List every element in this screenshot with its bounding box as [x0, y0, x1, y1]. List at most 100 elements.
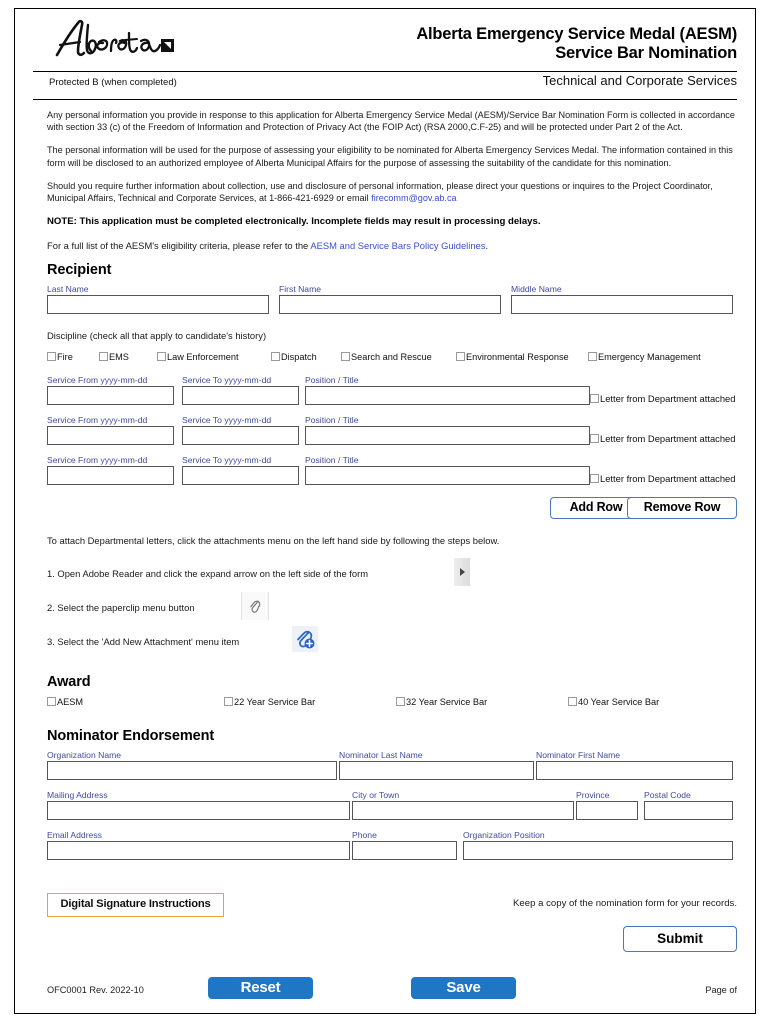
attachment-instructions-intro: To attach Departmental letters, click th… — [47, 535, 500, 547]
position-title-label: Position / Title — [305, 455, 359, 466]
checkbox-icon[interactable] — [590, 434, 599, 444]
position-title-input[interactable] — [305, 386, 590, 406]
email-address-input[interactable] — [47, 841, 350, 861]
letter-attached-label: Letter from Department attached — [600, 433, 736, 445]
checkbox-icon[interactable] — [224, 697, 233, 707]
mailing-address-input[interactable] — [47, 801, 350, 821]
discipline-checkbox-dispatch[interactable]: Dispatch — [271, 351, 317, 363]
service-to-input[interactable] — [182, 386, 299, 406]
nominator-row-1: Organization Name Nominator Last Name No… — [47, 750, 737, 790]
page-number: Page of — [705, 985, 737, 995]
last-name-input[interactable] — [47, 295, 269, 315]
award-checkbox-aesm[interactable]: AESM — [47, 696, 83, 708]
checkbox-icon[interactable] — [588, 352, 597, 362]
save-button[interactable]: Save — [411, 977, 516, 999]
letter-attached-checkbox[interactable]: Letter from Department attached — [590, 393, 735, 404]
postal-code-input[interactable] — [644, 801, 733, 821]
digital-signature-instructions-button[interactable]: Digital Signature Instructions — [47, 893, 224, 917]
form-page: Alberta Emergency Service Medal (AESM) S… — [14, 8, 756, 1014]
organization-name-input[interactable] — [47, 761, 337, 781]
service-from-label: Service From yyyy-mm-dd — [47, 455, 148, 466]
letter-attached-label: Letter from Department attached — [600, 393, 736, 405]
service-from-input[interactable] — [47, 426, 174, 446]
letter-attached-checkbox[interactable]: Letter from Department attached — [590, 473, 735, 484]
position-title-label: Position / Title — [305, 415, 359, 426]
expand-arrow-icon — [454, 558, 470, 587]
service-to-input[interactable] — [182, 426, 299, 446]
discipline-label: Search and Rescue — [351, 352, 432, 363]
discipline-checkbox-ems[interactable]: EMS — [99, 351, 129, 363]
checkbox-icon[interactable] — [99, 352, 108, 362]
remove-row-button[interactable]: Remove Row — [627, 497, 737, 520]
middle-name-group: Middle Name — [511, 284, 733, 315]
recipient-name-row: Last Name First Name Middle Name — [47, 284, 737, 318]
nominator-last-name-group: Nominator Last Name — [339, 750, 534, 781]
sub-header-divider — [33, 99, 737, 100]
discipline-instruction: Discipline (check all that apply to cand… — [47, 330, 267, 342]
discipline-label: Fire — [57, 352, 73, 363]
checkbox-icon[interactable] — [568, 697, 577, 707]
service-to-group: Service To yyyy-mm-dd — [182, 415, 299, 446]
award-checkbox-22-year[interactable]: 22 Year Service Bar — [224, 696, 315, 708]
recipient-heading: Recipient — [47, 262, 112, 279]
checkbox-icon[interactable] — [590, 394, 599, 404]
position-title-input[interactable] — [305, 426, 590, 446]
submit-button[interactable]: Submit — [623, 926, 737, 952]
service-from-label: Service From yyyy-mm-dd — [47, 415, 148, 426]
criteria-prefix: For a full list of the AESM's eligibilit… — [47, 240, 311, 252]
province-group: Province — [576, 790, 638, 821]
add-attachment-icon — [292, 626, 318, 653]
policy-guidelines-link[interactable]: AESM and Service Bars Policy Guidelines — [310, 240, 485, 251]
checkbox-icon[interactable] — [157, 352, 166, 362]
nominator-first-name-label: Nominator First Name — [536, 750, 621, 761]
checkbox-icon[interactable] — [456, 352, 465, 362]
phone-input[interactable] — [352, 841, 457, 861]
province-label: Province — [576, 790, 610, 801]
discipline-label: Environmental Response — [466, 352, 569, 363]
discipline-checkbox-emergency-management[interactable]: Emergency Management — [588, 351, 701, 363]
discipline-checkbox-environmental-response[interactable]: Environmental Response — [456, 351, 569, 363]
city-or-town-label: City or Town — [352, 790, 400, 801]
nominator-first-name-input[interactable] — [536, 761, 733, 781]
organization-position-input[interactable] — [463, 841, 733, 861]
award-checkbox-32-year[interactable]: 32 Year Service Bar — [396, 696, 487, 708]
nominator-row-2: Mailing Address City or Town Province Po… — [47, 790, 737, 830]
service-to-group: Service To yyyy-mm-dd — [182, 455, 299, 486]
service-from-group: Service From yyyy-mm-dd — [47, 375, 174, 406]
attachment-step-3-text: 3. Select the 'Add New Attachment' menu … — [47, 636, 240, 648]
checkbox-icon[interactable] — [341, 352, 350, 362]
service-to-input[interactable] — [182, 466, 299, 486]
form-header: Alberta Emergency Service Medal (AESM) S… — [15, 9, 755, 71]
first-name-input[interactable] — [279, 295, 501, 315]
service-to-label: Service To yyyy-mm-dd — [182, 455, 272, 466]
award-checkbox-40-year[interactable]: 40 Year Service Bar — [568, 696, 659, 708]
checkbox-icon[interactable] — [271, 352, 280, 362]
nominator-last-name-input[interactable] — [339, 761, 534, 781]
organization-name-group: Organization Name — [47, 750, 337, 781]
nominator-last-name-label: Nominator Last Name — [339, 750, 423, 761]
checkbox-icon[interactable] — [590, 474, 599, 484]
province-input[interactable] — [576, 801, 638, 821]
nominator-endorsement-heading: Nominator Endorsement — [47, 728, 215, 745]
firecomm-email-link[interactable]: firecomm@gov.ab.ca — [371, 193, 456, 203]
reset-button[interactable]: Reset — [208, 977, 313, 999]
discipline-label: Dispatch — [281, 352, 317, 363]
service-from-label: Service From yyyy-mm-dd — [47, 375, 148, 386]
letter-attached-checkbox[interactable]: Letter from Department attached — [590, 433, 735, 444]
position-title-input[interactable] — [305, 466, 590, 486]
award-label: 40 Year Service Bar — [578, 697, 660, 708]
checkbox-icon[interactable] — [47, 697, 56, 707]
checkbox-icon[interactable] — [396, 697, 405, 707]
discipline-checkbox-fire[interactable]: Fire — [47, 351, 73, 363]
discipline-label: Law Enforcement — [167, 352, 239, 363]
discipline-checkbox-search-and-rescue[interactable]: Search and Rescue — [341, 351, 432, 363]
checkbox-icon[interactable] — [47, 352, 56, 362]
title-line-1: Alberta Emergency Service Medal (AESM) — [416, 25, 737, 43]
discipline-checkbox-law-enforcement[interactable]: Law Enforcement — [157, 351, 239, 363]
middle-name-input[interactable] — [511, 295, 733, 315]
city-or-town-group: City or Town — [352, 790, 574, 821]
service-from-input[interactable] — [47, 386, 174, 406]
service-from-input[interactable] — [47, 466, 174, 486]
city-or-town-input[interactable] — [352, 801, 574, 821]
privacy-paragraph-1: Any personal information you provide in … — [47, 110, 735, 133]
